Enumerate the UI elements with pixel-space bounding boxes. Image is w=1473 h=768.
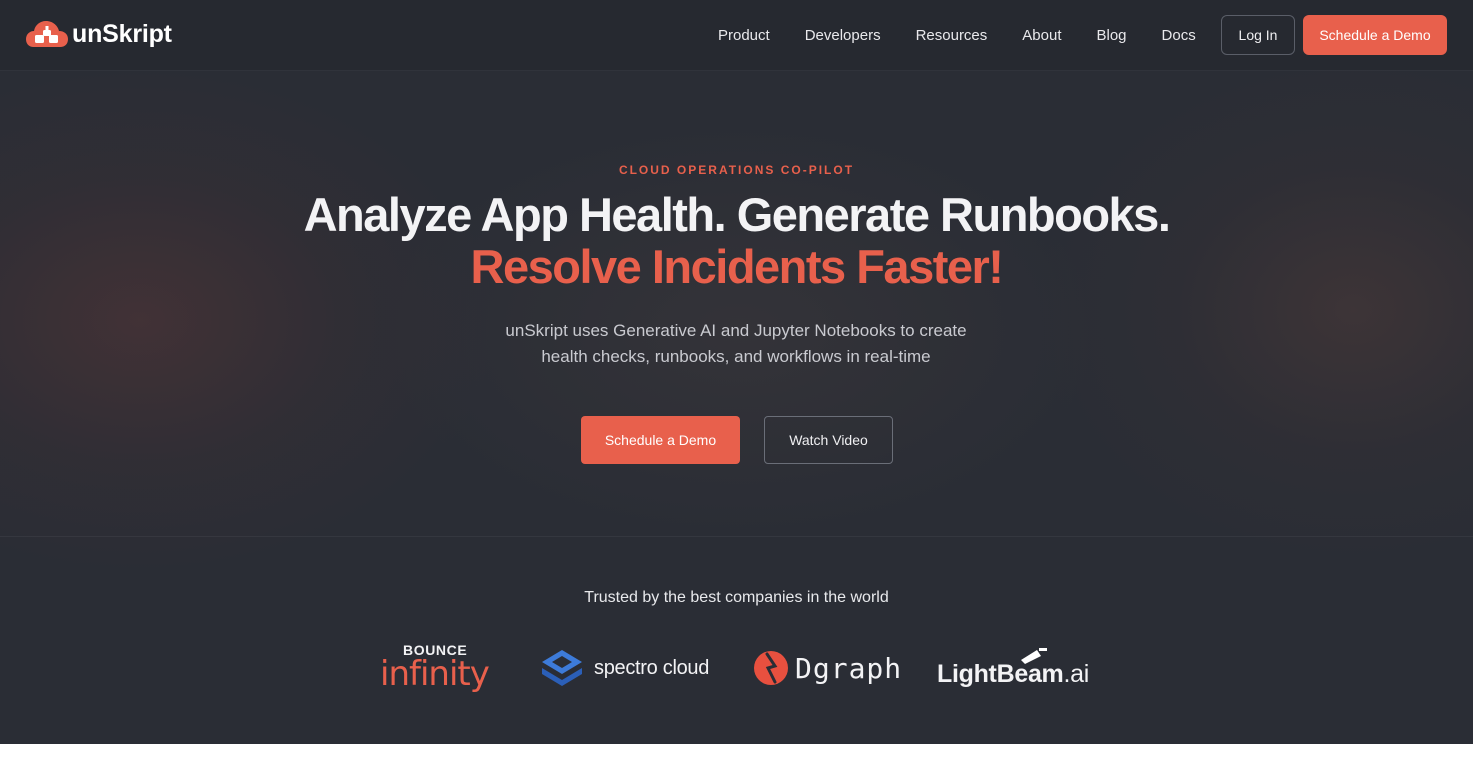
lightbeam-text: LightBeam.ai [937, 660, 1089, 689]
main-nav: Product Developers Resources About Blog … [718, 0, 1231, 70]
nav-resources[interactable]: Resources [916, 27, 988, 44]
hero-headline: Analyze App Health. Generate Runbooks. [303, 188, 1171, 241]
schedule-demo-button[interactable]: Schedule a Demo [581, 416, 740, 464]
trusted-title: Trusted by the best companies in the wor… [584, 589, 889, 606]
section-divider [0, 536, 1473, 537]
nav-docs[interactable]: Docs [1162, 27, 1196, 44]
hero-subtext: unSkript uses Generative AI and Jupyter … [505, 321, 967, 366]
page: unSkript Product Developers Resources Ab… [0, 0, 1473, 744]
schedule-demo-button-nav[interactable]: Schedule a Demo [1303, 15, 1447, 55]
spectro-cloud-icon [542, 650, 582, 686]
hero-section: CLOUD OPERATIONS CO-PILOT Analyze App He… [0, 70, 1473, 536]
hero-eyebrow: CLOUD OPERATIONS CO-PILOT [618, 163, 855, 177]
dgraph-text: Dgraph [795, 651, 903, 685]
dgraph-icon [754, 651, 788, 685]
login-button[interactable]: Log In [1221, 15, 1295, 55]
hero-headline-accent: Resolve Incidents Faster! [470, 240, 1004, 293]
lightbeam-main-text: LightBeam [937, 660, 1064, 688]
bounce-infinity-logo: BOUNCE infinity [380, 642, 490, 694]
page-bottom-edge [0, 744, 1473, 768]
lightbeam-logo: LightBeam.ai [937, 646, 1097, 690]
brand-logo[interactable]: unSkript [26, 19, 172, 49]
brand-name: unSkript [72, 19, 172, 48]
watch-video-button[interactable]: Watch Video [764, 416, 893, 464]
nav-product[interactable]: Product [718, 27, 770, 44]
spectro-cloud-text: spectro cloud [594, 656, 710, 679]
navbar: unSkript Product Developers Resources Ab… [0, 0, 1473, 70]
spectro-cloud-logo: spectro cloud [538, 648, 709, 688]
lightbeam-suffix: .ai [1063, 660, 1089, 688]
nav-blog[interactable]: Blog [1096, 27, 1126, 44]
nav-developers[interactable]: Developers [805, 27, 881, 44]
cloud-robot-icon [26, 21, 68, 47]
bounce-logo-bottom: infinity [380, 654, 490, 694]
customer-logos: BOUNCE infinity spectro cloud Dgraph Lig… [0, 630, 1473, 710]
dgraph-logo: Dgraph [753, 648, 902, 688]
nav-about[interactable]: About [1022, 27, 1061, 44]
